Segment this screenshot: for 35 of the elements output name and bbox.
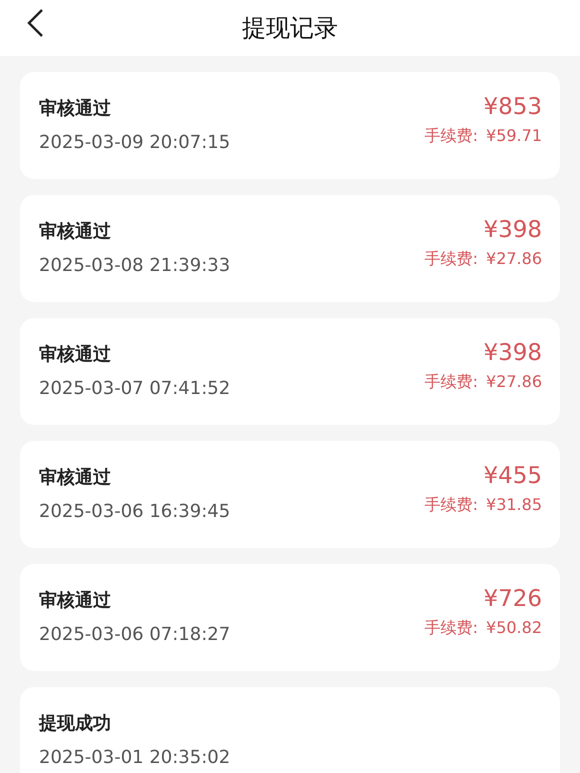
record-amount: ¥726 <box>483 586 542 612</box>
fee-amount: ¥50.82 <box>486 618 542 639</box>
record-card[interactable]: 审核通过 2025-03-09 20:07:15 ¥853 手续费: ¥59.71 <box>20 72 560 179</box>
fee-label: 手续费: <box>424 126 478 147</box>
record-card[interactable]: 审核通过 2025-03-08 21:39:33 ¥398 手续费: ¥27.86 <box>20 195 560 302</box>
record-status: 审核通过 <box>39 220 112 243</box>
record-card[interactable]: 审核通过 2025-03-06 16:39:45 ¥455 手续费: ¥31.85 <box>20 441 560 548</box>
fee-label: 手续费: <box>424 249 478 270</box>
record-status: 审核通过 <box>39 343 112 366</box>
record-amount: ¥398 <box>483 217 542 243</box>
record-time: 2025-03-06 07:18:27 <box>39 624 230 645</box>
record-card[interactable]: 审核通过 2025-03-06 07:18:27 ¥726 手续费: ¥50.82 <box>20 564 560 671</box>
record-card[interactable]: 提现成功 2025-03-01 20:35:02 <box>20 687 560 773</box>
fee-amount: ¥31.85 <box>486 495 542 516</box>
record-time: 2025-03-08 21:39:33 <box>39 255 230 276</box>
record-status: 审核通过 <box>39 589 112 612</box>
record-amount: ¥853 <box>483 94 542 120</box>
page-title: 提现记录 <box>242 13 338 44</box>
record-time: 2025-03-06 16:39:45 <box>39 501 230 522</box>
fee-label: 手续费: <box>424 495 478 516</box>
record-status: 审核通过 <box>39 466 112 489</box>
record-card[interactable]: 审核通过 2025-03-07 07:41:52 ¥398 手续费: ¥27.86 <box>20 318 560 425</box>
back-icon[interactable] <box>26 8 44 38</box>
fee-label: 手续费: <box>424 372 478 393</box>
record-amount: ¥398 <box>483 340 542 366</box>
record-status: 提现成功 <box>39 712 112 735</box>
record-status: 审核通过 <box>39 97 112 120</box>
record-time: 2025-03-07 07:41:52 <box>39 378 230 399</box>
fee-amount: ¥27.86 <box>486 249 542 270</box>
record-time: 2025-03-09 20:07:15 <box>39 132 230 153</box>
record-amount: ¥455 <box>483 463 542 489</box>
fee-amount: ¥27.86 <box>486 372 542 393</box>
fee-label: 手续费: <box>424 618 478 639</box>
record-time: 2025-03-01 20:35:02 <box>39 747 230 768</box>
fee-amount: ¥59.71 <box>486 126 542 147</box>
